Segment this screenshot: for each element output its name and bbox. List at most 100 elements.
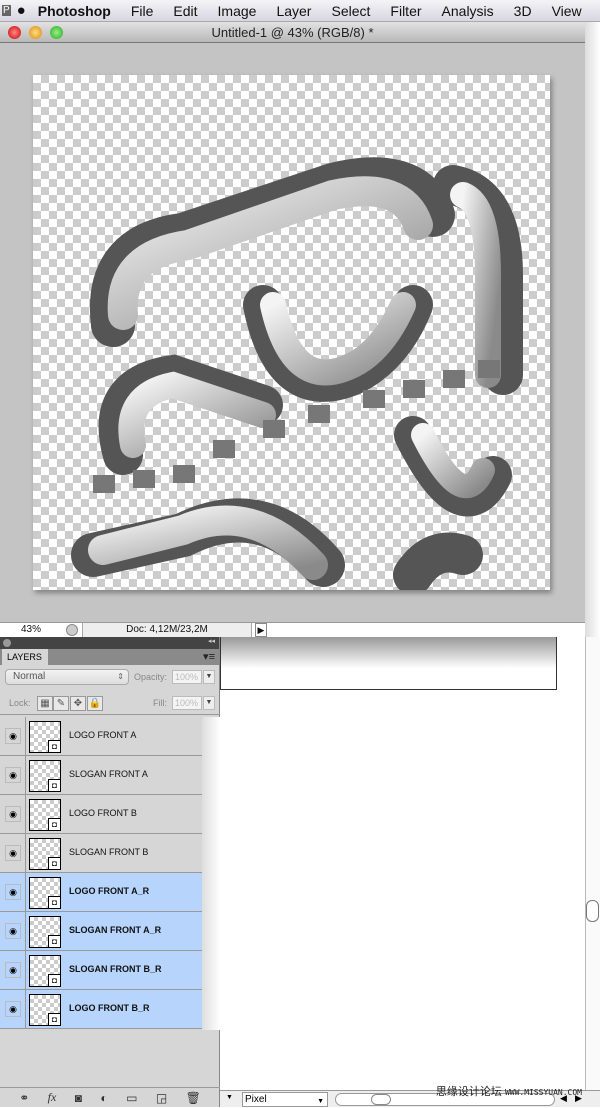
vertical-scrollbar[interactable] bbox=[585, 637, 600, 1090]
zoom-button[interactable] bbox=[50, 26, 63, 39]
menu-photoshop[interactable]: Photoshop bbox=[38, 3, 111, 19]
canvas[interactable] bbox=[33, 75, 550, 590]
layer-row[interactable]: ◉ ◘ LOGO FRONT B_R bbox=[0, 990, 202, 1029]
layer-name: SLOGAN FRONT B bbox=[69, 847, 149, 857]
layer-row[interactable]: ◉ ◘ LOGO FRONT B bbox=[0, 795, 202, 834]
layer-thumbnail: ◘ bbox=[29, 955, 61, 987]
window-edge bbox=[585, 22, 600, 637]
collapse-icon[interactable]: ◂◂ bbox=[208, 637, 215, 645]
fx-icon[interactable]: fx bbox=[48, 1090, 57, 1105]
dropdown-arrow-icon: ▼ bbox=[317, 1098, 324, 1105]
menu-edit[interactable]: Edit bbox=[173, 3, 197, 19]
layer-name: SLOGAN FRONT B_R bbox=[69, 964, 162, 974]
dropdown-arrow-icon[interactable]: ▼ bbox=[226, 1094, 233, 1101]
add-mask-icon[interactable]: ◙ bbox=[75, 1091, 82, 1105]
menu-file[interactable]: File bbox=[131, 3, 154, 19]
artwork-3d-logo bbox=[71, 157, 523, 590]
layer-thumbnail: ◘ bbox=[29, 877, 61, 909]
menu-select[interactable]: Select bbox=[331, 3, 370, 19]
panel-tabs: LAYERS ▾≡ bbox=[0, 649, 219, 665]
menu-image[interactable]: Image bbox=[218, 3, 257, 19]
watermark: 思缘设计论坛 WWW.MISSYUAN.COM bbox=[436, 1083, 582, 1099]
layer-row[interactable]: ◉ ◘ SLOGAN FRONT A_R bbox=[0, 912, 202, 951]
layer-row[interactable]: ◉ ◘ SLOGAN FRONT B bbox=[0, 834, 202, 873]
eye-icon[interactable]: ◉ bbox=[5, 962, 21, 978]
opacity-field[interactable]: 100% bbox=[172, 670, 202, 684]
layer-thumbnail: ◘ bbox=[29, 760, 61, 792]
opacity-label: Opacity: bbox=[134, 672, 168, 682]
eye-icon[interactable]: ◉ bbox=[5, 884, 21, 900]
adjustment-layer-icon[interactable]: ◐ bbox=[100, 1091, 107, 1105]
layers-scrollbar[interactable] bbox=[202, 717, 220, 1030]
eye-icon[interactable]: ◉ bbox=[5, 806, 21, 822]
eye-icon[interactable]: ◉ bbox=[5, 1001, 21, 1017]
scroll-thumb[interactable] bbox=[371, 1094, 391, 1105]
eye-icon[interactable]: ◉ bbox=[5, 923, 21, 939]
menu-3d[interactable]: 3D bbox=[514, 3, 532, 19]
smart-object-icon: ◘ bbox=[48, 818, 60, 830]
new-layer-icon[interactable]: ◲ bbox=[156, 1091, 167, 1105]
layer-row[interactable]: ◉ ◘ LOGO FRONT A bbox=[0, 717, 202, 756]
trash-icon[interactable]: 🗑 bbox=[186, 1091, 201, 1105]
opacity-dropdown-icon[interactable]: ▼ bbox=[203, 670, 215, 684]
smart-object-icon: ◘ bbox=[48, 857, 60, 869]
lock-all-icon[interactable]: 🔒 bbox=[87, 696, 103, 711]
eye-icon[interactable]: ◉ bbox=[5, 728, 21, 744]
smart-object-icon: ◘ bbox=[48, 896, 60, 908]
unit-select[interactable]: Pixel ▼ bbox=[242, 1092, 328, 1107]
eye-icon[interactable]: ◉ bbox=[5, 767, 21, 783]
layer-list: ◉ ◘ LOGO FRONT A ◉ ◘ SLOGAN FRONT A ◉ ◘ LOGO F… bbox=[0, 717, 202, 1029]
options-region bbox=[220, 637, 557, 690]
layer-name: SLOGAN FRONT A_R bbox=[69, 925, 162, 935]
layer-thumbnail: ◘ bbox=[29, 994, 61, 1026]
watermark-url: WWW.MISSYUAN.COM bbox=[504, 1088, 582, 1097]
menu-view[interactable]: View bbox=[552, 3, 582, 19]
layer-name: LOGO FRONT A_R bbox=[69, 886, 150, 896]
layer-row[interactable]: ◉ ◘ SLOGAN FRONT B_R bbox=[0, 951, 202, 990]
smart-object-icon: ◘ bbox=[48, 740, 60, 752]
layer-name: LOGO FRONT B bbox=[69, 808, 137, 818]
unit-value: Pixel bbox=[245, 1094, 267, 1105]
panel-close-icon[interactable] bbox=[3, 639, 11, 647]
layer-thumbnail: ◘ bbox=[29, 838, 61, 870]
lock-label: Lock: bbox=[9, 698, 31, 708]
tab-layers[interactable]: LAYERS bbox=[2, 649, 48, 665]
p-badge: P bbox=[2, 5, 11, 16]
document-area bbox=[0, 43, 585, 622]
smart-object-icon: ◘ bbox=[48, 974, 60, 986]
smart-object-icon: ◘ bbox=[48, 1013, 60, 1025]
layers-panel-footer: ⚭ fx ◙ ◐ ▭ ◲ 🗑 bbox=[0, 1087, 220, 1107]
updown-icon: ⇕ bbox=[117, 672, 124, 681]
panel-menu-icon[interactable]: ▾≡ bbox=[203, 650, 215, 663]
lock-move-icon[interactable]: ✥ bbox=[70, 696, 86, 711]
fill-label: Fill: bbox=[153, 698, 167, 708]
link-layers-icon[interactable]: ⚭ bbox=[19, 1091, 29, 1105]
zoom-level-field[interactable]: 43% bbox=[0, 623, 62, 637]
doc-size-info: Doc: 4,12M/23,2M bbox=[82, 623, 252, 637]
eye-icon[interactable]: ◉ bbox=[5, 845, 21, 861]
apple-icon[interactable]: ● bbox=[17, 2, 26, 19]
fill-field[interactable]: 100% bbox=[172, 696, 202, 710]
quickmask-icon[interactable] bbox=[66, 624, 78, 636]
menu-filter[interactable]: Filter bbox=[390, 3, 421, 19]
status-menu-arrow-icon[interactable]: ▶ bbox=[255, 623, 267, 637]
blend-mode-select[interactable]: Normal ⇕ bbox=[5, 669, 129, 685]
document-title-bar: Untitled-1 @ 43% (RGB/8) * bbox=[0, 22, 585, 43]
menu-analysis[interactable]: Analysis bbox=[442, 3, 494, 19]
layer-name: LOGO FRONT A bbox=[69, 730, 137, 740]
layer-row[interactable]: ◉ ◘ SLOGAN FRONT A bbox=[0, 756, 202, 795]
status-bar: 43% Doc: 4,12M/23,2M ▶ bbox=[0, 622, 585, 637]
smart-object-icon: ◘ bbox=[48, 935, 60, 947]
lock-brush-icon[interactable]: ✎ bbox=[53, 696, 69, 711]
menu-layer[interactable]: Layer bbox=[276, 3, 311, 19]
close-button[interactable] bbox=[8, 26, 21, 39]
layer-thumbnail: ◘ bbox=[29, 916, 61, 948]
fill-dropdown-icon[interactable]: ▼ bbox=[203, 696, 215, 710]
lock-transparent-icon[interactable]: ▦ bbox=[37, 696, 53, 711]
smart-object-icon: ◘ bbox=[48, 779, 60, 791]
layer-thumbnail: ◘ bbox=[29, 799, 61, 831]
minimize-button[interactable] bbox=[29, 26, 42, 39]
scroll-thumb[interactable] bbox=[586, 900, 599, 922]
layer-row[interactable]: ◉ ◘ LOGO FRONT A_R bbox=[0, 873, 202, 912]
new-group-icon[interactable]: ▭ bbox=[126, 1091, 137, 1105]
